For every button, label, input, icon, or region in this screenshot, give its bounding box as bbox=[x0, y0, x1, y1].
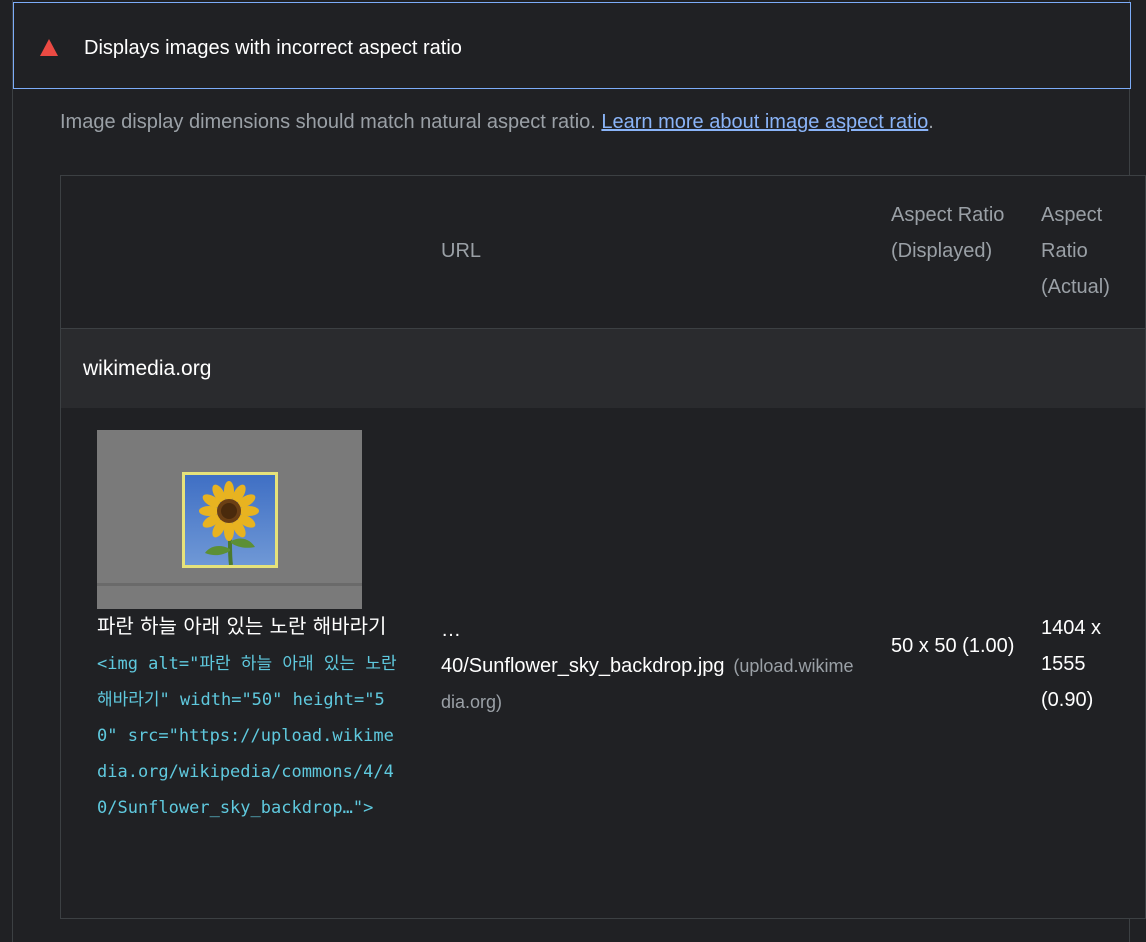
learn-more-link[interactable]: Learn more about image aspect ratio bbox=[601, 111, 928, 133]
aspect-ratio-displayed-value: 50 x 50 (1.00) bbox=[891, 635, 1015, 657]
collapse-toggle[interactable] bbox=[1076, 27, 1112, 67]
column-header-aspect-displayed: Aspect Ratio (Displayed) bbox=[891, 204, 1005, 262]
sunflower-image bbox=[185, 475, 275, 565]
description-end: . bbox=[928, 111, 934, 133]
url-cell[interactable]: … 40/Sunflower_sky_backdrop.jpg (upload.… bbox=[441, 612, 861, 720]
group-label: wikimedia.org bbox=[83, 357, 212, 380]
highlighted-element bbox=[182, 472, 278, 568]
column-header-aspect-actual: Aspect Ratio (Actual) bbox=[1041, 204, 1110, 298]
details-table: URL Aspect Ratio (Displayed) Aspect Rati… bbox=[60, 175, 1146, 919]
element-node-label: 파란 하늘 아래 있는 노란 해바라기 bbox=[97, 614, 387, 638]
description-text: Image display dimensions should match na… bbox=[60, 111, 602, 133]
audit-header[interactable]: Displays images with incorrect aspect ra… bbox=[13, 2, 1131, 89]
aspect-ratio-actual-value: 1404 x 1555 (0.90) bbox=[1041, 617, 1102, 711]
audit-title: Displays images with incorrect aspect ra… bbox=[84, 37, 462, 59]
warning-triangle-icon bbox=[40, 39, 58, 56]
url-ellipsis: … bbox=[441, 619, 461, 641]
element-screenshot[interactable] bbox=[97, 430, 362, 609]
element-code-snippet[interactable]: <img alt="파란 하늘 아래 있는 노란 해바라기" width="50… bbox=[97, 646, 403, 826]
table-group-row: wikimedia.org bbox=[61, 328, 1145, 408]
screenshot-divider bbox=[97, 583, 362, 586]
url-path[interactable]: 40/Sunflower_sky_backdrop.jpg bbox=[441, 655, 725, 677]
column-header-url: URL bbox=[441, 240, 482, 262]
audit-description: Image display dimensions should match na… bbox=[60, 108, 934, 136]
